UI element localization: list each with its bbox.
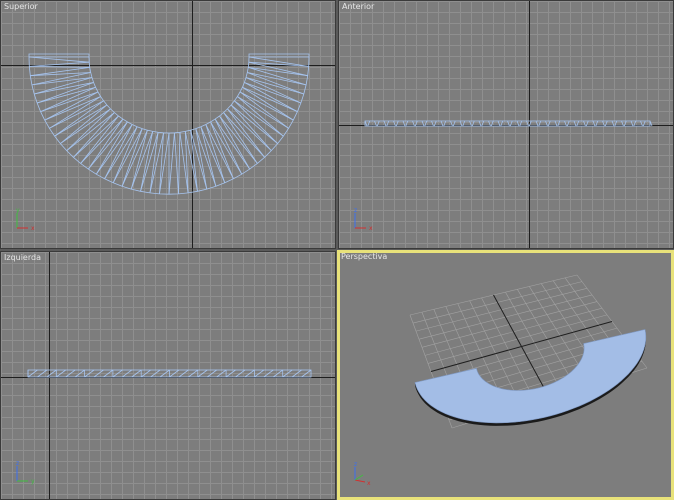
- viewport-top[interactable]: y x Superior: [0, 0, 336, 249]
- viewport-label-perspective[interactable]: Perspectiva: [341, 253, 387, 261]
- viewport-label-left[interactable]: Izquierda: [4, 253, 41, 262]
- tripod-x-label: x: [369, 225, 373, 232]
- viewport-label-top[interactable]: Superior: [4, 2, 38, 11]
- axis-tripod: z x: [349, 460, 373, 487]
- tripod-z-label: z: [354, 461, 357, 468]
- tripod-y-label: y: [16, 207, 20, 214]
- half-ring-wireframe-side[interactable]: [1, 252, 336, 500]
- viewport-label-front[interactable]: Anterior: [342, 2, 374, 11]
- perspective-scene[interactable]: [340, 253, 674, 500]
- tripod-y-label: y: [31, 478, 35, 485]
- axis-tripod: z y: [11, 460, 35, 485]
- half-ring-wireframe[interactable]: [1, 1, 336, 249]
- viewport-left[interactable]: z y Izquierda: [0, 251, 336, 500]
- tripod-z-label: z: [16, 460, 19, 467]
- viewport-front[interactable]: z x Anterior: [338, 0, 674, 249]
- viewport-perspective[interactable]: z x Perspectiva: [337, 250, 674, 500]
- axis-tripod: y x: [11, 207, 35, 232]
- half-ring-wireframe-front[interactable]: [339, 1, 674, 249]
- tripod-x-label: x: [31, 225, 35, 232]
- tripod-x-label: x: [367, 480, 371, 487]
- axis-tripod: z x: [349, 207, 373, 232]
- tripod-z-label: z: [354, 207, 357, 214]
